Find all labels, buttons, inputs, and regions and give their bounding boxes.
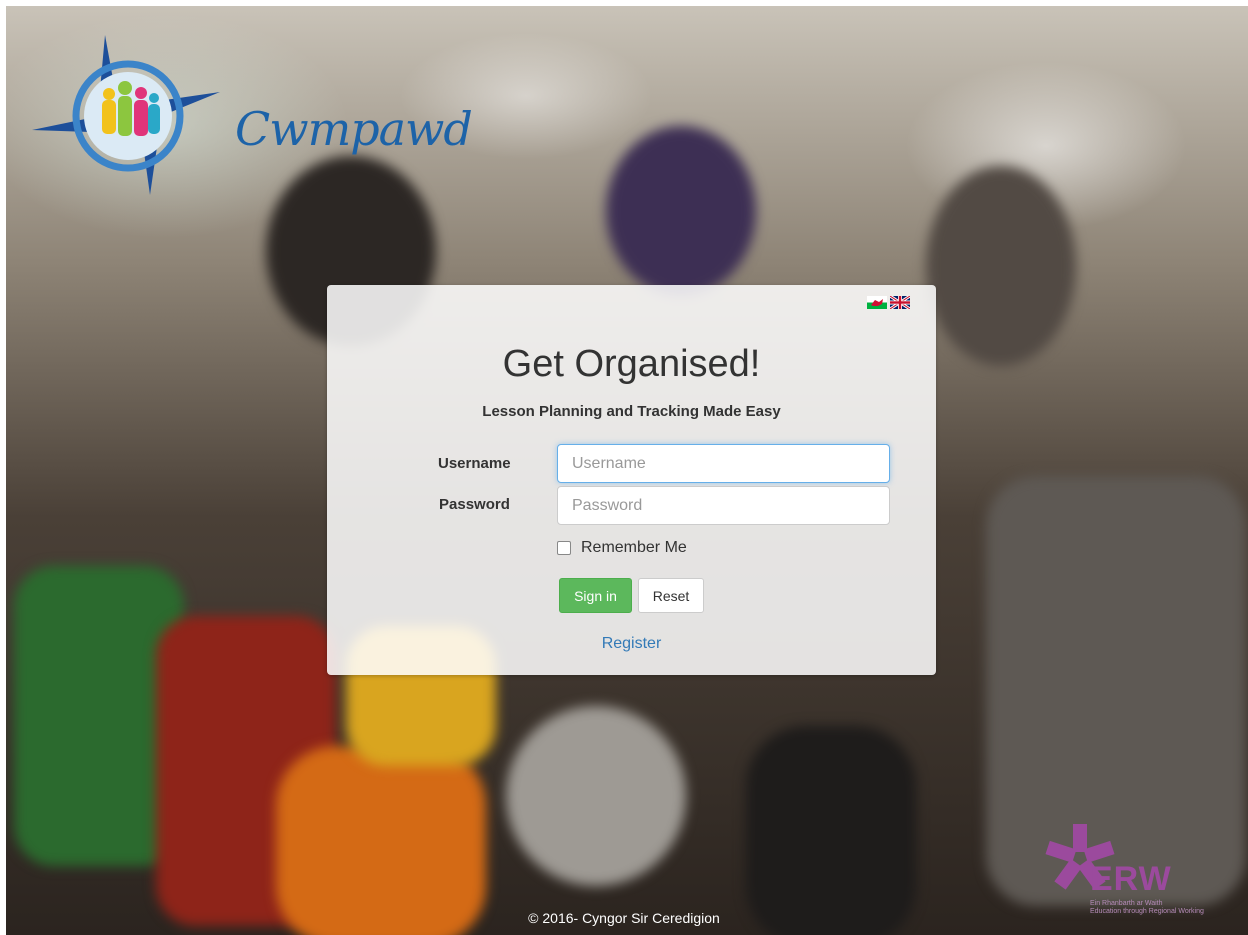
sign-in-button[interactable]: Sign in [559,578,632,613]
reset-button[interactable]: Reset [638,578,704,613]
uk-flag-icon[interactable] [890,296,910,309]
compass-logo-icon [32,35,220,195]
page-subtitle: Lesson Planning and Tracking Made Easy [482,403,781,420]
bg-figure [606,126,756,296]
language-switcher [867,296,910,309]
remember-me-label[interactable]: Remember Me [581,539,687,557]
logo-wordmark: Cwmpawd [235,102,473,156]
page-title: Get Organised! [502,343,761,385]
erw-wordmark: ERW [1090,860,1172,898]
register-link[interactable]: Register [327,635,936,653]
password-label: Password [439,496,510,513]
username-label: Username [438,455,511,472]
bg-figure [926,166,1076,366]
paint-bottle-cap [506,706,686,886]
footer-copyright: © 2016- Cyngor Sir Ceredigion [528,910,720,926]
paint-bottle-black [746,726,916,935]
cwmpawd-logo: Cwmpawd [30,30,473,200]
password-input[interactable] [557,486,890,525]
erw-tagline-welsh: Ein Rhanbarth ar Waith [1090,900,1163,907]
login-card: Get Organised! Lesson Planning and Track… [327,285,936,675]
paint-bottle-orange [276,746,486,935]
username-input[interactable] [557,444,890,483]
welsh-flag-icon[interactable] [867,296,887,309]
remember-me[interactable]: Remember Me [557,539,687,557]
remember-me-checkbox[interactable] [557,541,571,555]
